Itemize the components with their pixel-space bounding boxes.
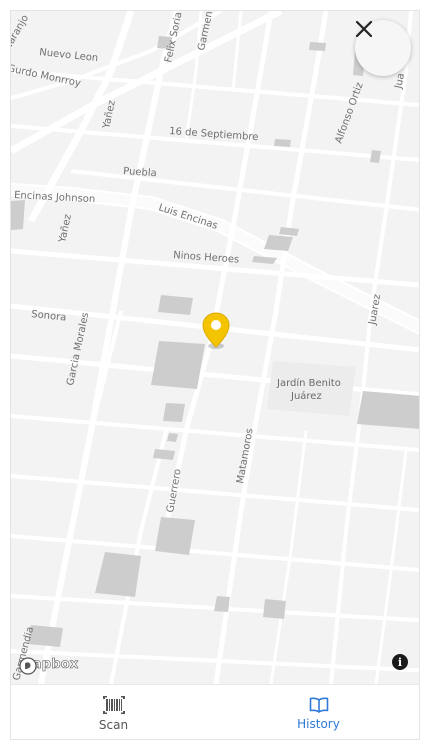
park-label-line2: Juárez xyxy=(290,390,322,402)
tab-history[interactable]: History xyxy=(216,685,419,739)
street-label-puebla: Puebla xyxy=(123,166,157,179)
info-icon: i xyxy=(397,655,403,669)
close-icon xyxy=(355,20,373,38)
tab-scan-label: Scan xyxy=(98,717,129,732)
tab-history-label: History xyxy=(297,716,340,731)
map-view[interactable]: Naranjo Nuevo Leon Gurdo Monrroy Felix S… xyxy=(11,11,420,684)
bottom-tab-bar: Scan History xyxy=(11,684,419,739)
mapbox-logo[interactable]: mapbox xyxy=(19,657,79,675)
close-button[interactable] xyxy=(355,20,411,76)
map-canvas[interactable]: Naranjo Nuevo Leon Gurdo Monrroy Felix S… xyxy=(11,11,420,684)
open-book-icon xyxy=(309,697,328,713)
park-label-line1: Jardín Benito xyxy=(276,377,341,389)
app-frame: Naranjo Nuevo Leon Gurdo Monrroy Felix S… xyxy=(10,10,420,740)
mapbox-logo-icon xyxy=(19,657,37,675)
tab-scan[interactable]: Scan xyxy=(11,685,216,739)
attribution-info-button[interactable]: i xyxy=(392,654,408,670)
barcode-icon xyxy=(102,695,125,714)
